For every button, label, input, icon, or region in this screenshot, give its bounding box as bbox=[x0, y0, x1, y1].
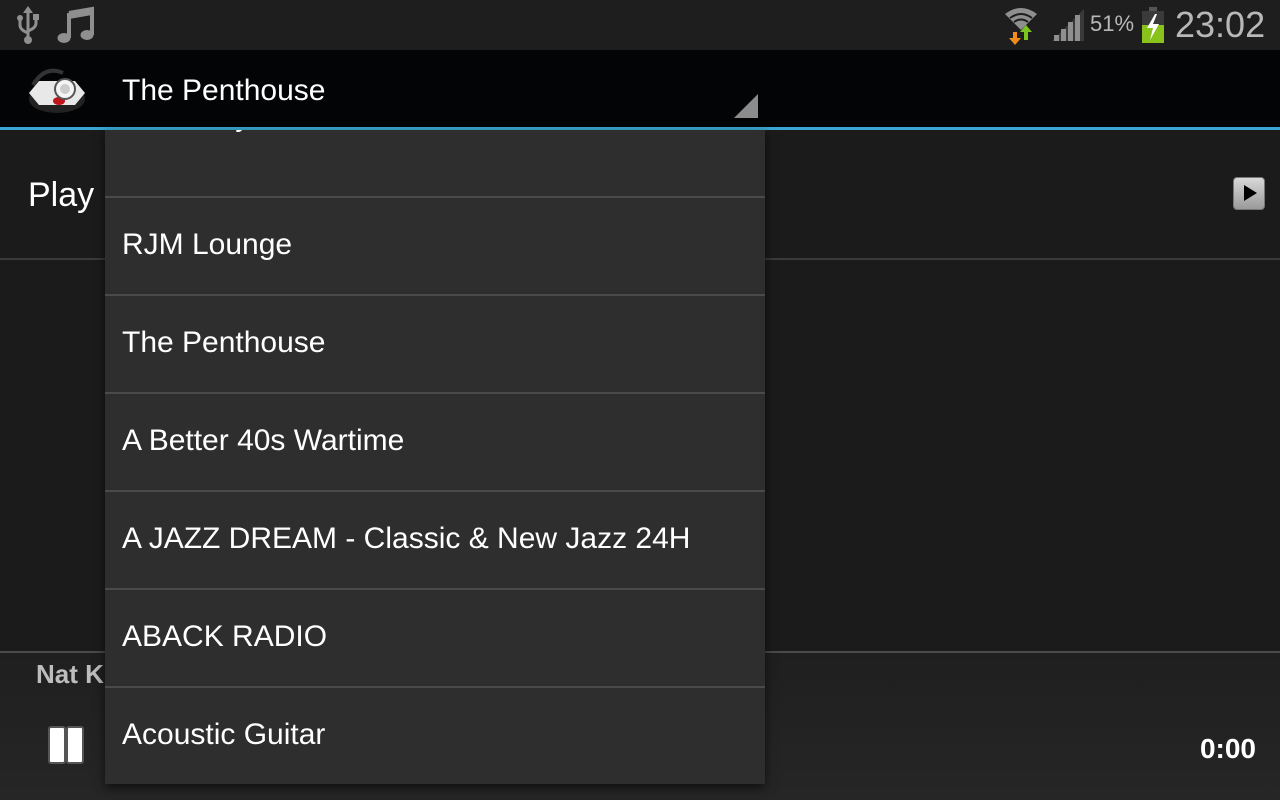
wifi-icon bbox=[1003, 0, 1039, 50]
selected-station: The Penthouse bbox=[122, 74, 326, 107]
elapsed-time: 0:00 bbox=[1199, 733, 1256, 764]
list-item-label: Acoustic Guitar bbox=[122, 718, 326, 751]
radio-headphones-icon[interactable] bbox=[25, 65, 89, 117]
list-item[interactable]: A JAZZ DREAM - Classic & New Jazz 24H bbox=[105, 492, 765, 590]
play-button[interactable] bbox=[1233, 177, 1265, 210]
list-item-label: ABACK RADIO bbox=[122, 620, 328, 653]
signal-icon bbox=[1050, 0, 1086, 50]
list-item[interactable]: A Better 40s Wartime bbox=[105, 394, 765, 492]
list-item-label: RadioSky Music bbox=[122, 130, 337, 134]
spinner-arrow-icon bbox=[734, 94, 758, 118]
track-title: Nat K bbox=[36, 659, 104, 689]
usb-icon bbox=[14, 0, 42, 50]
list-item[interactable]: Acoustic Guitar bbox=[105, 688, 765, 784]
list-item[interactable]: ABACK RADIO bbox=[105, 590, 765, 688]
battery-charging-icon bbox=[1141, 0, 1165, 50]
station-dropdown-list[interactable]: RadioSky Music RJM Lounge The Penthouse … bbox=[105, 130, 765, 784]
battery-percent: 51% bbox=[1090, 11, 1135, 36]
list-item[interactable]: RJM Lounge bbox=[105, 198, 765, 296]
list-item-label: The Penthouse bbox=[122, 326, 326, 359]
list-item[interactable]: The Penthouse bbox=[105, 296, 765, 394]
list-item-label: RJM Lounge bbox=[122, 228, 293, 261]
pause-icon bbox=[48, 726, 66, 764]
play-label: Play bbox=[28, 176, 95, 214]
list-item-label: A Better 40s Wartime bbox=[122, 424, 405, 457]
status-bar: 51% 23:02 bbox=[0, 0, 1280, 50]
clock: 23:02 bbox=[1175, 4, 1266, 45]
list-item[interactable]: RadioSky Music bbox=[105, 130, 765, 198]
list-item-label: A JAZZ DREAM - Classic & New Jazz 24H bbox=[122, 522, 691, 555]
pause-button[interactable] bbox=[48, 724, 88, 764]
pause-icon-bar bbox=[66, 726, 84, 764]
station-spinner[interactable]: The Penthouse bbox=[105, 50, 760, 127]
music-note-icon bbox=[56, 0, 96, 50]
